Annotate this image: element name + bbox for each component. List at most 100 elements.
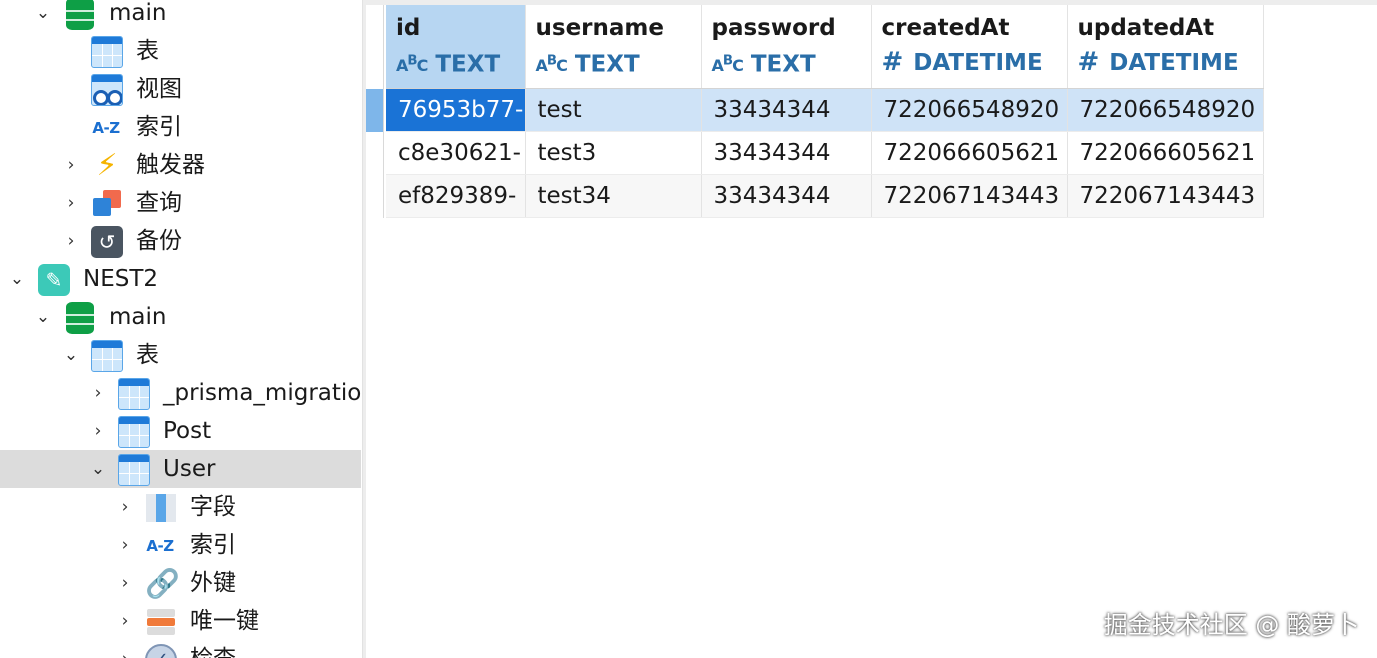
chevron-right-icon[interactable]: › (116, 498, 134, 516)
grid-cell[interactable]: 722067143443 (1067, 174, 1264, 218)
grid-cell[interactable]: 722066605621 (1067, 131, 1264, 175)
column-type: ABC TEXT (536, 48, 701, 80)
unique-key-icon (145, 606, 177, 638)
chevron-down-icon[interactable]: ⌄ (34, 4, 52, 22)
column-header-createdat[interactable]: createdAt # DATETIME (871, 5, 1068, 89)
link-icon: 🔗 (145, 567, 180, 600)
corner-cell[interactable] (366, 5, 384, 89)
grid-cell[interactable]: ef829389- (386, 174, 526, 218)
grid-cell[interactable]: 76953b77- (386, 88, 526, 132)
tree-item-main-db[interactable]: ⌄ main (0, 0, 361, 32)
tree-item-backups[interactable]: › ↺ 备份 (0, 222, 361, 260)
tree-item-tables[interactable]: ⌄ 表 (0, 336, 361, 374)
table-icon (118, 378, 150, 410)
column-type: # DATETIME (882, 48, 1067, 77)
tree-item-main-db[interactable]: ⌄ main (0, 298, 361, 336)
chevron-right-icon[interactable]: › (62, 232, 80, 250)
tree-item-label: NEST2 (83, 266, 159, 292)
chevron-right-icon[interactable]: › (116, 536, 134, 554)
tree-item-unique-keys[interactable]: › 唯一键 (0, 602, 361, 640)
grid-cell[interactable]: 33434344 (701, 174, 872, 218)
chevron-right-icon[interactable]: › (116, 574, 134, 592)
abc-icon: ABC (396, 54, 428, 76)
tree-item-indexes[interactable]: A-Z 索引 (0, 108, 361, 146)
chevron-right-icon[interactable]: › (62, 156, 80, 174)
query-icon (91, 188, 123, 220)
table-row[interactable]: c8e30621- test3 33434344 722066605621 72… (386, 131, 1264, 175)
row-header[interactable] (366, 132, 384, 175)
tree-item-tables[interactable]: 表 (0, 32, 361, 70)
column-type-label: TEXT (574, 51, 640, 78)
grid-cell[interactable]: test34 (525, 174, 702, 218)
column-type-label: TEXT (750, 51, 816, 78)
tree-item-foreign-keys[interactable]: › 🔗 外键 (0, 564, 361, 602)
backup-icon: ↺ (91, 226, 123, 258)
fields-icon (145, 492, 177, 524)
row-header-column (366, 5, 385, 218)
chevron-down-icon[interactable]: ⌄ (62, 346, 80, 364)
grid-cell[interactable]: 722066605621 (871, 131, 1068, 175)
tree-item-label: User (163, 456, 216, 482)
table-row[interactable]: ef829389- test34 33434344 722067143443 7… (386, 174, 1264, 218)
tree-item-fields[interactable]: › 字段 (0, 488, 361, 526)
tree-item-label: 字段 (190, 494, 236, 520)
index-az-icon: A-Z (146, 537, 174, 555)
tree-item-triggers[interactable]: › ⚡ 触发器 (0, 146, 361, 184)
tree-item-label: 索引 (136, 114, 182, 140)
column-name: updatedAt (1077, 15, 1215, 41)
tree-item-label: 表 (136, 342, 159, 368)
grid-header-row: id ABC TEXT username ABC TEXT password ABC… (386, 5, 1264, 89)
grid-cell[interactable]: test (525, 88, 702, 132)
column-type: # DATETIME (1078, 48, 1263, 77)
tree-item-label: 视图 (136, 76, 182, 102)
table-icon (91, 36, 123, 68)
tree-item-queries[interactable]: › 查询 (0, 184, 361, 222)
grid-cell[interactable]: 33434344 (701, 88, 872, 132)
chevron-down-icon[interactable]: ⌄ (8, 270, 26, 288)
chevron-right-icon[interactable]: › (62, 194, 80, 212)
grid-cell[interactable]: 33434344 (701, 131, 872, 175)
tree-item-checks[interactable]: › ✓ 检查 (0, 640, 361, 658)
tree-item-label: 查询 (136, 190, 182, 216)
tree-item-connection-nest2[interactable]: ⌄ ✎ NEST2 (0, 260, 361, 298)
chevron-right-icon[interactable]: › (89, 422, 107, 440)
table-row[interactable]: 76953b77- test 33434344 722066548920 722… (386, 88, 1264, 132)
chevron-down-icon[interactable]: ⌄ (34, 308, 52, 326)
lightning-icon: ⚡ (96, 148, 118, 183)
column-header-updatedat[interactable]: updatedAt # DATETIME (1067, 5, 1264, 89)
tree-item-table-user[interactable]: ⌄ User (0, 450, 361, 488)
grid-cell[interactable]: 722066548920 (871, 88, 1068, 132)
table-icon (118, 416, 150, 448)
grid-cell[interactable]: 722067143443 (871, 174, 1068, 218)
chevron-down-icon[interactable]: ⌄ (89, 460, 107, 478)
row-header[interactable] (366, 89, 384, 132)
tree-item-table-prisma-migrations[interactable]: › _prisma_migrations (0, 374, 362, 412)
database-icon (64, 302, 96, 334)
tree-item-label: _prisma_migrations (163, 380, 362, 406)
chevron-right-icon[interactable]: › (116, 650, 134, 658)
column-name: username (535, 15, 664, 41)
grid-cell[interactable]: test3 (525, 131, 702, 175)
tree-item-label: 表 (136, 38, 159, 64)
view-icon (91, 74, 123, 106)
tree-item-views[interactable]: 视图 (0, 70, 361, 108)
tree-item-label: main (109, 304, 167, 330)
grid-cell[interactable]: c8e30621- (386, 131, 526, 175)
column-type-label: TEXT (435, 51, 501, 78)
column-header-username[interactable]: username ABC TEXT (525, 5, 702, 89)
tree-item-label: Post (163, 418, 212, 444)
column-header-id[interactable]: id ABC TEXT (386, 5, 526, 89)
tree-item-table-post[interactable]: › Post (0, 412, 361, 450)
abc-icon: ABC (711, 54, 744, 76)
chevron-right-icon[interactable]: › (89, 384, 107, 402)
tree-item-label: 索引 (190, 532, 236, 558)
chevron-right-icon[interactable]: › (116, 612, 134, 630)
hash-icon: # (881, 47, 904, 77)
row-header[interactable] (366, 175, 384, 218)
check-icon: ✓ (145, 644, 177, 658)
grid-cell[interactable]: 722066548920 (1067, 88, 1264, 132)
column-name: id (396, 15, 421, 41)
tree-item-indexes[interactable]: › A-Z 索引 (0, 526, 361, 564)
column-header-password[interactable]: password ABC TEXT (701, 5, 872, 89)
column-type-label: DATETIME (1109, 50, 1239, 76)
